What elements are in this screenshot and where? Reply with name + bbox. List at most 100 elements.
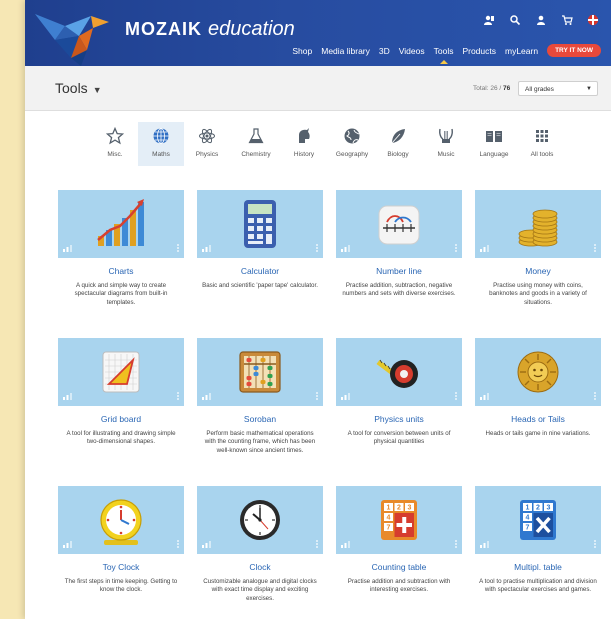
tool-card-counting-table[interactable]: 123 4 7 Counting table Practise addition… bbox=[336, 486, 462, 595]
tool-card-calculator[interactable]: Calculator Basic and scientific 'paper t… bbox=[197, 190, 323, 290]
nav-3d[interactable]: 3D bbox=[379, 46, 390, 56]
star-icon bbox=[106, 127, 124, 145]
tool-title[interactable]: Money bbox=[475, 266, 601, 276]
more-options-icon[interactable] bbox=[177, 244, 179, 252]
top-icon-bar bbox=[483, 14, 599, 26]
nav-media-library[interactable]: Media library bbox=[321, 46, 370, 56]
tool-title[interactable]: Counting table bbox=[336, 562, 462, 572]
more-options-icon[interactable] bbox=[455, 392, 457, 400]
tool-thumbnail[interactable]: 123 4 7 bbox=[475, 486, 601, 554]
svg-text:4: 4 bbox=[387, 515, 391, 522]
tool-title[interactable]: Clock bbox=[197, 562, 323, 572]
svg-text:7: 7 bbox=[387, 525, 391, 532]
category-biology[interactable]: Biology bbox=[375, 122, 421, 166]
category-geography[interactable]: Geography bbox=[329, 122, 375, 166]
tool-thumbnail[interactable] bbox=[475, 190, 601, 258]
more-options-icon[interactable] bbox=[177, 540, 179, 548]
tool-card-number-line[interactable]: Number line Practise addition, subtracti… bbox=[336, 190, 462, 299]
tool-description: Heads or tails game in nine variations. bbox=[485, 430, 591, 437]
tool-thumbnail[interactable] bbox=[58, 338, 184, 406]
flask-icon bbox=[248, 128, 264, 144]
tool-thumbnail[interactable] bbox=[197, 338, 323, 406]
tool-thumbnail[interactable] bbox=[336, 338, 462, 406]
grade-select[interactable]: All grades ▼ bbox=[518, 81, 598, 96]
category-music[interactable]: Music bbox=[423, 122, 469, 166]
more-options-icon[interactable] bbox=[316, 244, 318, 252]
more-options-icon[interactable] bbox=[455, 244, 457, 252]
kingfisher-logo-icon[interactable] bbox=[31, 6, 111, 68]
tool-thumbnail[interactable]: 123 4 7 bbox=[336, 486, 462, 554]
app-window: MOZAIK education Shop Media library 3D Vi… bbox=[25, 0, 611, 619]
search-icon[interactable] bbox=[509, 14, 521, 26]
cart-icon[interactable] bbox=[561, 14, 573, 26]
tool-title[interactable]: Calculator bbox=[197, 266, 323, 276]
title-bar: Tools ▼ Total: 26 / 76 All grades ▼ bbox=[25, 66, 611, 111]
grid-dots-icon bbox=[536, 130, 548, 142]
category-all-tools[interactable]: All tools bbox=[519, 122, 565, 166]
tool-title[interactable]: Charts bbox=[58, 266, 184, 276]
brand-logo[interactable]: MOZAIK education bbox=[125, 18, 295, 41]
more-options-icon[interactable] bbox=[594, 540, 596, 548]
tool-card-clock[interactable]: Clock Customizable analogue and digital … bbox=[197, 486, 323, 603]
nav-tools[interactable]: Tools bbox=[434, 46, 453, 64]
tool-thumbnail[interactable] bbox=[197, 190, 323, 258]
category-label: Misc. bbox=[107, 151, 123, 158]
total-value: 76 bbox=[503, 85, 511, 92]
tool-title[interactable]: Multipl. table bbox=[475, 562, 601, 572]
category-label: Physics bbox=[195, 151, 219, 158]
difficulty-bars-icon bbox=[202, 541, 211, 548]
tool-thumbnail[interactable] bbox=[475, 338, 601, 406]
svg-text:7: 7 bbox=[526, 525, 530, 532]
category-misc[interactable]: Misc. bbox=[92, 122, 138, 166]
tool-card-toy-clock[interactable]: Toy Clock The first steps in time keepin… bbox=[58, 486, 184, 595]
tool-thumbnail[interactable] bbox=[58, 486, 184, 554]
svg-text:1: 1 bbox=[387, 505, 391, 512]
tool-card-money[interactable]: Money Practise using money with coins, b… bbox=[475, 190, 601, 307]
abacus-icon bbox=[239, 351, 281, 393]
svg-text:1: 1 bbox=[526, 505, 530, 512]
page-title-dropdown[interactable]: Tools ▼ bbox=[55, 80, 102, 96]
tool-title[interactable]: Heads or Tails bbox=[475, 414, 601, 424]
more-options-icon[interactable] bbox=[316, 392, 318, 400]
tool-thumbnail[interactable] bbox=[336, 190, 462, 258]
tool-title[interactable]: Grid board bbox=[58, 414, 184, 424]
tool-description: Practise addition, subtraction, negative… bbox=[342, 282, 456, 298]
tool-description: A tool for conversion between units of p… bbox=[347, 430, 451, 446]
more-options-icon[interactable] bbox=[594, 392, 596, 400]
more-options-icon[interactable] bbox=[455, 540, 457, 548]
category-bar: Misc. Maths Physics Chemistry History Ge… bbox=[25, 122, 611, 168]
nav-products[interactable]: Products bbox=[462, 46, 496, 56]
category-label: Music bbox=[437, 151, 455, 158]
bar-chart-icon bbox=[97, 199, 144, 246]
nav-mylearn[interactable]: myLearn bbox=[505, 46, 538, 56]
more-options-icon[interactable] bbox=[316, 540, 318, 548]
tool-title[interactable]: Physics units bbox=[336, 414, 462, 424]
category-language[interactable]: Language bbox=[471, 122, 517, 166]
nav-shop[interactable]: Shop bbox=[292, 46, 312, 56]
tool-card-soroban[interactable]: Soroban Perform basic mathematical opera… bbox=[197, 338, 323, 455]
tool-thumbnail[interactable] bbox=[197, 486, 323, 554]
tool-card-physics-units[interactable]: Physics units A tool for conversion betw… bbox=[336, 338, 462, 447]
try-it-now-button[interactable]: TRY IT NOW bbox=[547, 44, 601, 57]
category-physics[interactable]: Physics bbox=[184, 122, 230, 166]
difficulty-bars-icon bbox=[63, 393, 72, 400]
tool-title[interactable]: Number line bbox=[336, 266, 462, 276]
tool-title[interactable]: Soroban bbox=[197, 414, 323, 424]
student-icon[interactable] bbox=[483, 14, 495, 26]
nav-videos[interactable]: Videos bbox=[399, 46, 425, 56]
category-chemistry[interactable]: Chemistry bbox=[233, 122, 279, 166]
total-count: Total: 26 / 76 bbox=[473, 85, 510, 92]
category-history[interactable]: History bbox=[281, 122, 327, 166]
user-icon[interactable] bbox=[535, 14, 547, 26]
tool-title[interactable]: Toy Clock bbox=[58, 562, 184, 572]
tool-thumbnail[interactable] bbox=[58, 190, 184, 258]
category-maths[interactable]: Maths bbox=[138, 122, 184, 166]
tool-card-charts[interactable]: Charts A quick and simple way to create … bbox=[58, 190, 184, 307]
language-flag-icon[interactable] bbox=[587, 14, 599, 26]
svg-text:2: 2 bbox=[397, 505, 401, 512]
more-options-icon[interactable] bbox=[594, 244, 596, 252]
more-options-icon[interactable] bbox=[177, 392, 179, 400]
tool-card-multiplication-table[interactable]: 123 4 7 Multipl. table A tool to practis… bbox=[475, 486, 601, 595]
tool-card-grid-board[interactable]: Grid board A tool for illustrating and d… bbox=[58, 338, 184, 447]
tool-card-heads-or-tails[interactable]: Heads or Tails Heads or tails game in ni… bbox=[475, 338, 601, 438]
